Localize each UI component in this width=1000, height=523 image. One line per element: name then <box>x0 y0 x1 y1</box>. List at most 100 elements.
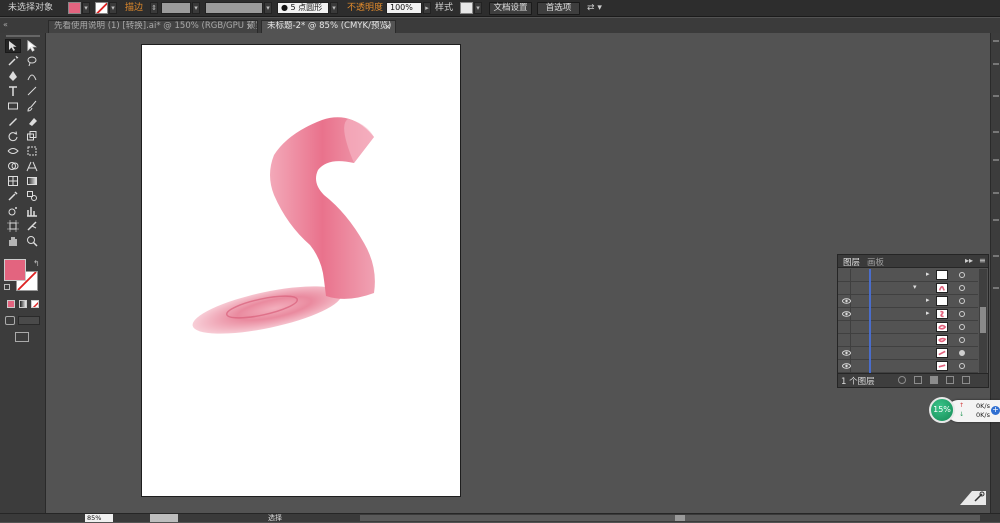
stroke-weight-stepper[interactable]: ⇕ <box>150 2 158 14</box>
new-layer-icon[interactable] <box>946 376 954 384</box>
layer-row[interactable] <box>838 360 978 373</box>
tab-document-2[interactable]: 未标题-2* @ 85% (CMYK/预览) × <box>261 20 396 33</box>
target-circle-icon[interactable] <box>959 272 965 278</box>
layer-row[interactable] <box>838 321 978 334</box>
gradient-mode-icon[interactable] <box>19 300 27 308</box>
panel-menu-icon[interactable]: ≡ <box>979 256 986 265</box>
stroke-weight-dropdown[interactable]: ▾ <box>192 2 200 14</box>
visibility-eye-icon[interactable] <box>842 324 851 330</box>
preferences-button[interactable]: 首选项 <box>537 2 580 15</box>
visibility-eye-icon[interactable] <box>842 285 851 291</box>
dock-item[interactable] <box>993 95 999 97</box>
magic-wand-tool-icon[interactable] <box>5 54 21 68</box>
layer-row[interactable]: ▾ <box>838 282 978 295</box>
free-transform-tool-icon[interactable] <box>24 144 40 158</box>
visibility-eye-icon[interactable] <box>842 363 851 369</box>
close-tab-icon[interactable]: × <box>384 21 391 32</box>
tab-layers[interactable]: 图层 <box>843 256 860 268</box>
style-dropdown[interactable]: ▾ <box>474 2 482 14</box>
expand-triangle-icon[interactable]: ▸ <box>926 309 930 317</box>
speed-percent-ball[interactable]: 15% <box>929 397 955 423</box>
column-graph-tool-icon[interactable] <box>24 204 40 218</box>
new-sublayer-icon[interactable] <box>930 376 938 384</box>
mesh-tool-icon[interactable] <box>5 174 21 188</box>
collapse-panels-icon[interactable]: « <box>3 20 8 29</box>
artboard-tool-icon[interactable] <box>5 219 21 233</box>
target-circle-icon[interactable] <box>959 311 965 317</box>
expand-triangle-open-icon[interactable]: ▾ <box>913 283 917 291</box>
target-circle-icon[interactable] <box>959 350 965 356</box>
brush-definition[interactable]: ● 5 点圆形 <box>277 2 329 14</box>
visibility-eye-icon[interactable] <box>842 272 851 278</box>
hand-tool-icon[interactable] <box>5 234 21 248</box>
curvature-tool-icon[interactable] <box>24 69 40 83</box>
width-tool-icon[interactable] <box>5 144 21 158</box>
visibility-eye-icon[interactable] <box>842 311 851 317</box>
selection-tool-icon[interactable] <box>5 39 21 53</box>
color-mode-icon[interactable] <box>7 300 15 308</box>
document-setup-button[interactable]: 文档设置 <box>489 2 532 15</box>
dock-item[interactable] <box>993 131 999 133</box>
locate-object-icon[interactable] <box>898 376 906 384</box>
target-circle-icon[interactable] <box>959 363 965 369</box>
artboard[interactable] <box>141 44 461 497</box>
scroll-thumb[interactable] <box>980 307 986 333</box>
blend-tool-icon[interactable] <box>24 189 40 203</box>
layer-row[interactable]: ▸ <box>838 295 978 308</box>
draw-normal-icon[interactable] <box>5 316 15 325</box>
close-tab-icon[interactable]: × <box>246 21 253 32</box>
zoom-field[interactable]: 85% <box>85 514 113 522</box>
delete-layer-icon[interactable] <box>962 376 970 384</box>
style-swatch[interactable] <box>460 2 473 14</box>
target-circle-icon[interactable] <box>959 337 965 343</box>
opacity-label[interactable]: 不透明度 <box>347 2 383 15</box>
arrange-documents-icon[interactable]: ⇄ ▾ <box>587 2 602 15</box>
layer-row[interactable]: ▸ <box>838 308 978 321</box>
target-circle-icon[interactable] <box>959 324 965 330</box>
tab-artboards[interactable]: 画板 <box>867 256 884 268</box>
dock-item[interactable] <box>993 40 999 42</box>
line-tool-icon[interactable] <box>24 84 40 98</box>
layers-scrollbar[interactable] <box>979 269 987 373</box>
draw-mode-icon[interactable] <box>18 316 40 325</box>
stroke-dropdown[interactable]: ▾ <box>109 2 117 14</box>
stroke-weight-field[interactable] <box>161 2 191 14</box>
rotate-tool-icon[interactable] <box>5 129 21 143</box>
tab-document-1[interactable]: 先看使用说明 (1) [转换].ai* @ 150% (RGB/GPU 预览) … <box>48 20 258 33</box>
dock-item[interactable] <box>993 219 999 221</box>
expand-triangle-icon[interactable]: ▸ <box>926 296 930 304</box>
symbol-sprayer-tool-icon[interactable] <box>5 204 21 218</box>
expand-triangle-icon[interactable]: ▸ <box>926 270 930 278</box>
horizontal-scroll-thumb[interactable] <box>675 515 685 521</box>
dock-item[interactable] <box>993 255 999 257</box>
visibility-eye-icon[interactable] <box>842 350 851 356</box>
eraser-tool-icon[interactable] <box>24 114 40 128</box>
dock-item[interactable] <box>993 63 999 65</box>
variable-width-profile[interactable] <box>205 2 263 14</box>
network-speed-widget[interactable]: 15% ↑ 0K/s ↓ 0K/s + <box>929 397 1000 425</box>
gradient-tool-icon[interactable] <box>24 174 40 188</box>
visibility-eye-icon[interactable] <box>842 298 851 304</box>
toolbar-grip[interactable] <box>6 35 40 37</box>
perspective-grid-tool-icon[interactable] <box>24 159 40 173</box>
dock-item[interactable] <box>993 159 999 161</box>
brush-dropdown[interactable]: ▾ <box>330 2 338 14</box>
default-colors-icon[interactable] <box>4 284 10 290</box>
layer-row[interactable] <box>838 347 978 360</box>
shaper-tool-icon[interactable] <box>5 114 21 128</box>
slice-tool-icon[interactable] <box>24 219 40 233</box>
paintbrush-tool-icon[interactable] <box>24 99 40 113</box>
stroke-swatch[interactable] <box>95 2 108 14</box>
rectangle-tool-icon[interactable] <box>5 99 21 113</box>
lasso-tool-icon[interactable] <box>24 54 40 68</box>
target-circle-icon[interactable] <box>959 298 965 304</box>
visibility-eye-icon[interactable] <box>842 337 851 343</box>
stroke-label[interactable]: 描边 <box>125 2 143 15</box>
layer-row[interactable]: ▸ <box>838 269 978 282</box>
target-circle-icon[interactable] <box>959 285 965 291</box>
screen-mode-icon[interactable] <box>15 332 29 342</box>
scale-tool-icon[interactable] <box>24 129 40 143</box>
notification-corner-icon[interactable] <box>958 487 988 507</box>
artboard-navigator[interactable] <box>150 514 178 522</box>
eyedropper-tool-icon[interactable] <box>5 189 21 203</box>
